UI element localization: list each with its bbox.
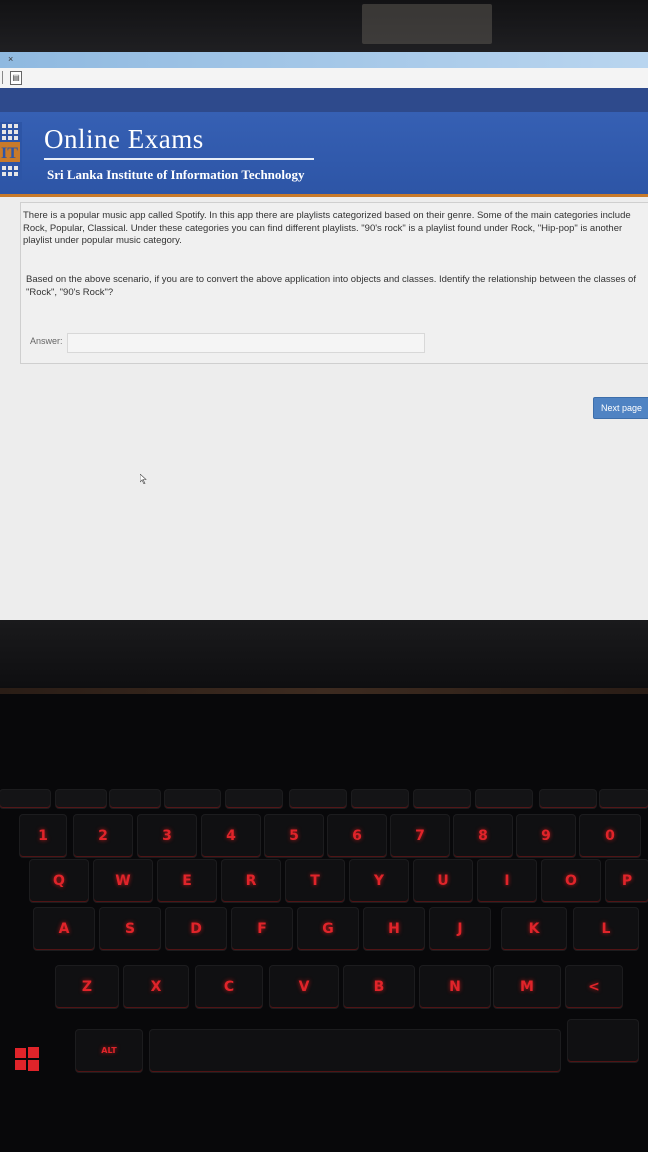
- key-6[interactable]: 6: [328, 815, 386, 857]
- key-arrow[interactable]: [568, 1020, 638, 1062]
- key-e[interactable]: E: [158, 860, 216, 902]
- windows-icon: [15, 1047, 39, 1071]
- key-i[interactable]: I: [478, 860, 536, 902]
- laptop-bottom-bezel: [0, 620, 648, 690]
- site-header-banner: IT Online Exams Sri Lanka Institute of I…: [0, 112, 648, 197]
- institution-name: Sri Lanka Institute of Information Techn…: [47, 167, 305, 182]
- key-m[interactable]: M: [494, 966, 560, 1008]
- key-f6[interactable]: [352, 790, 408, 808]
- key-alt[interactable]: ALT: [76, 1030, 142, 1072]
- key-comma[interactable]: <: [566, 966, 622, 1008]
- key-d[interactable]: D: [166, 908, 226, 950]
- key-n[interactable]: N: [420, 966, 490, 1008]
- key-b[interactable]: B: [344, 966, 414, 1008]
- webcam-cover: [362, 4, 492, 44]
- key-o[interactable]: O: [542, 860, 600, 902]
- key-9[interactable]: 9: [517, 815, 575, 857]
- key-g[interactable]: G: [298, 908, 358, 950]
- key-s[interactable]: S: [100, 908, 160, 950]
- key-f4[interactable]: [226, 790, 282, 808]
- key-q[interactable]: Q: [30, 860, 88, 902]
- key-f7[interactable]: [414, 790, 470, 808]
- key-f2[interactable]: [110, 790, 160, 808]
- key-p[interactable]: P: [606, 860, 648, 902]
- key-x[interactable]: X: [124, 966, 188, 1008]
- key-f1[interactable]: [56, 790, 106, 808]
- laptop-screen: × ▤ IT Online Exams Sri Lanka Institute …: [0, 52, 648, 620]
- key-space[interactable]: [150, 1030, 560, 1072]
- tab-close-icon[interactable]: ×: [8, 54, 13, 64]
- key-4[interactable]: 4: [202, 815, 260, 857]
- key-a[interactable]: A: [34, 908, 94, 950]
- laptop-top-bezel: [0, 0, 648, 52]
- key-7[interactable]: 7: [391, 815, 449, 857]
- key-f9[interactable]: [540, 790, 596, 808]
- next-page-button[interactable]: Next page: [593, 397, 648, 419]
- site-nav-strip: [0, 88, 648, 112]
- key-t[interactable]: T: [286, 860, 344, 902]
- key-j[interactable]: J: [430, 908, 490, 950]
- question-card: There is a popular music app called Spot…: [20, 202, 648, 364]
- key-0[interactable]: 0: [580, 815, 640, 857]
- key-h[interactable]: H: [364, 908, 424, 950]
- sliit-logo: IT: [0, 122, 22, 180]
- question-prompt-text: Based on the above scenario, if you are …: [26, 274, 636, 298]
- key-u[interactable]: U: [414, 860, 472, 902]
- title-underline: [44, 158, 314, 160]
- browser-tab-strip: ×: [0, 52, 648, 68]
- key-2[interactable]: 2: [74, 815, 132, 857]
- key-3[interactable]: 3: [138, 815, 196, 857]
- key-1[interactable]: 1: [20, 815, 66, 857]
- answer-input[interactable]: [67, 333, 425, 353]
- document-icon: ▤: [10, 71, 22, 85]
- mouse-cursor-icon: [140, 474, 147, 484]
- key-5[interactable]: 5: [265, 815, 323, 857]
- key-f[interactable]: F: [232, 908, 292, 950]
- key-y[interactable]: Y: [350, 860, 408, 902]
- key-f8[interactable]: [476, 790, 532, 808]
- key-z[interactable]: Z: [56, 966, 118, 1008]
- question-scenario-text: There is a popular music app called Spot…: [23, 210, 631, 246]
- key-r[interactable]: R: [222, 860, 280, 902]
- key-f3[interactable]: [165, 790, 220, 808]
- key-esc[interactable]: [0, 790, 50, 808]
- key-w[interactable]: W: [94, 860, 152, 902]
- key-k[interactable]: K: [502, 908, 566, 950]
- toolbar-divider: [2, 71, 3, 84]
- key-v[interactable]: V: [270, 966, 338, 1008]
- key-8[interactable]: 8: [454, 815, 512, 857]
- svg-text:IT: IT: [1, 145, 18, 162]
- site-title: Online Exams: [44, 124, 204, 154]
- key-f10[interactable]: [600, 790, 648, 808]
- key-c[interactable]: C: [196, 966, 262, 1008]
- answer-label: Answer:: [30, 336, 63, 346]
- key-l[interactable]: L: [574, 908, 638, 950]
- browser-address-bar[interactable]: ▤: [0, 68, 648, 89]
- key-f5[interactable]: [290, 790, 346, 808]
